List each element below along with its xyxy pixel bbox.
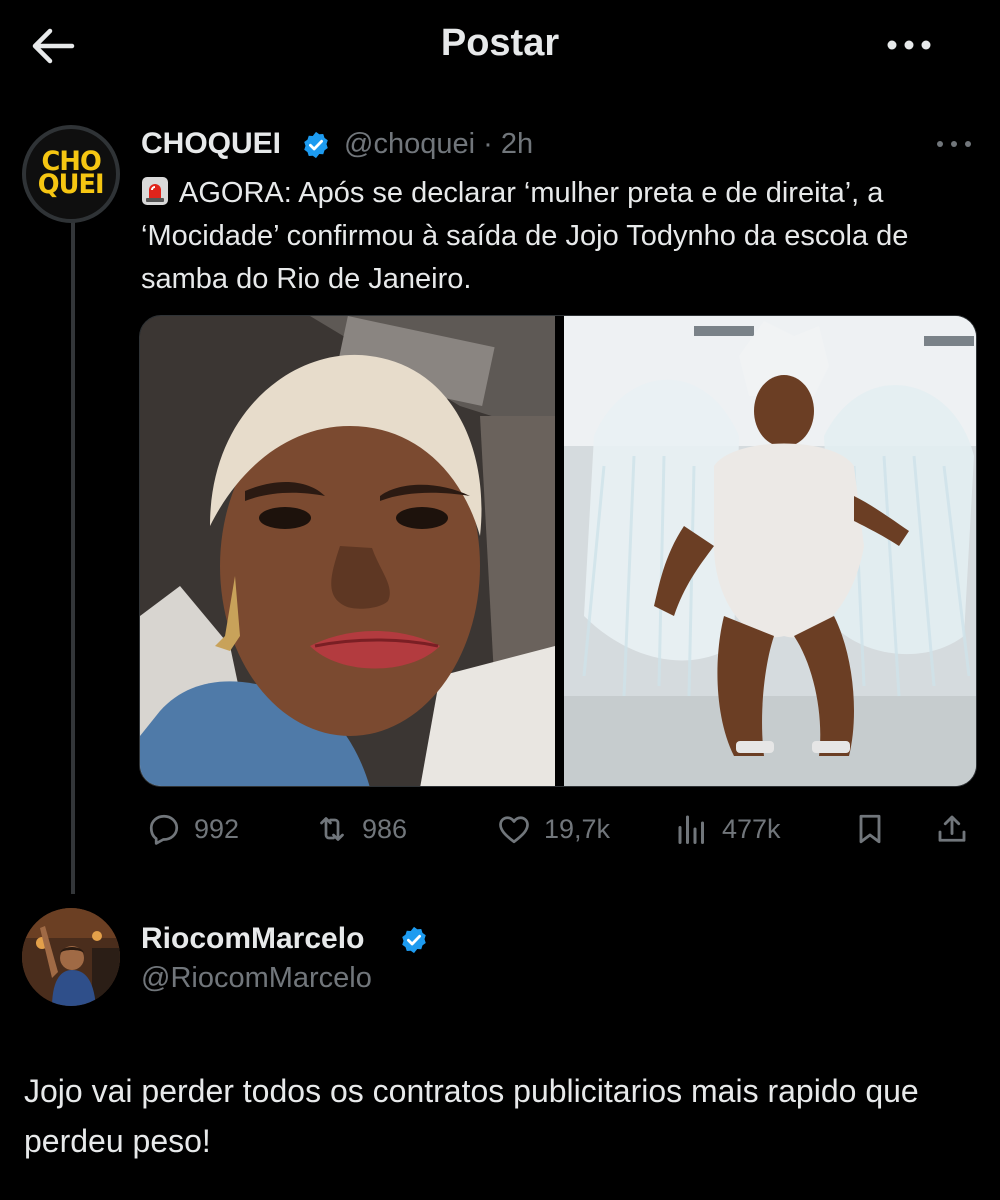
portrait-photo-illustration <box>140 316 555 786</box>
thread-connector-line <box>71 222 75 894</box>
reply-text: Jojo vai perder todos os contratos publi… <box>24 1073 919 1159</box>
tweet-author-handle[interactable]: @choquei <box>344 128 475 160</box>
bookmark-icon <box>859 814 881 844</box>
choquei-logo: CHO QUEI <box>26 129 116 219</box>
media-grid[interactable] <box>139 315 977 787</box>
carnival-photo-illustration <box>564 316 976 786</box>
share-icon <box>938 815 966 842</box>
meta-separator: · <box>483 128 493 160</box>
reply-author-name[interactable]: RiocomMarcelo <box>141 922 364 956</box>
repost-count: 986 <box>362 813 408 844</box>
reply-count: 992 <box>194 813 240 844</box>
repost-icon <box>320 817 344 841</box>
share-button[interactable] <box>934 808 970 850</box>
avatar[interactable] <box>22 908 120 1006</box>
photo-carnival[interactable] <box>564 316 976 786</box>
bookmark-button[interactable] <box>852 808 888 850</box>
verified-badge-icon <box>402 926 426 954</box>
tweet-body: AGORA: Após se declarar ‘mulher preta e … <box>141 172 961 301</box>
tweet-meta: @choquei · 2h <box>344 128 533 161</box>
profile-photo-illustration <box>22 908 120 1006</box>
more-options-button[interactable] <box>884 30 934 60</box>
tweet-text: AGORA: Após se declarar ‘mulher preta e … <box>141 177 909 295</box>
reply-button[interactable]: 992 <box>146 808 239 850</box>
siren-icon <box>142 177 168 205</box>
like-count: 19,7k <box>544 813 611 844</box>
tweet-more-button[interactable] <box>930 130 978 158</box>
view-count: 477k <box>722 813 781 844</box>
photo-portrait[interactable] <box>140 316 555 786</box>
avatar[interactable]: CHO QUEI <box>22 125 120 223</box>
reply-author-handle[interactable]: @RiocomMarcelo <box>141 962 372 995</box>
views-chart-icon <box>678 815 704 844</box>
repost-button[interactable]: 986 <box>314 808 407 850</box>
views-button[interactable]: 477k <box>674 808 781 850</box>
like-button[interactable]: 19,7k <box>496 808 610 850</box>
tweet-author-name[interactable]: CHOQUEI <box>141 127 281 161</box>
more-horizontal-icon <box>937 141 971 147</box>
tweet-timestamp[interactable]: 2h <box>501 128 533 160</box>
more-horizontal-icon <box>887 40 931 50</box>
heart-icon <box>499 816 529 844</box>
top-bar: Postar <box>0 0 1000 100</box>
verified-badge-icon <box>304 131 328 159</box>
reply-icon <box>149 814 179 845</box>
logo-line-2: QUEI <box>38 169 105 200</box>
page-title: Postar <box>440 22 560 64</box>
